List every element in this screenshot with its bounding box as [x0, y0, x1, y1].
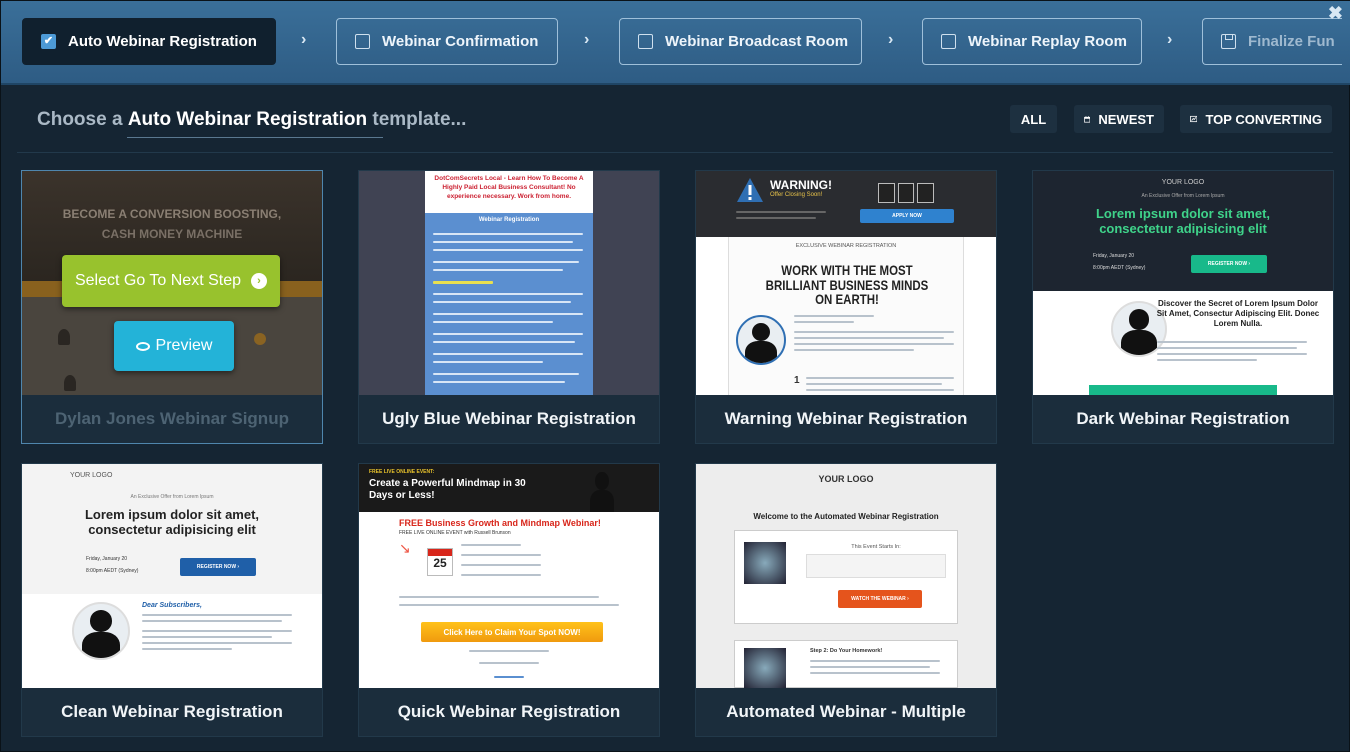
presenter-image — [585, 466, 619, 512]
close-icon[interactable]: ✖ — [1328, 3, 1343, 24]
avatar — [72, 602, 130, 660]
chevron-right-icon: › — [1167, 31, 1173, 48]
template-card-clean[interactable]: YOUR LOGO An Exclusive Offer from Lorem … — [21, 463, 323, 737]
step-label: Webinar Confirmation — [382, 33, 539, 50]
template-thumbnail: YOUR LOGO Welcome to the Automated Webin… — [696, 464, 996, 688]
step-label: Auto Webinar Registration — [68, 33, 257, 50]
monitor-image — [744, 648, 786, 688]
template-title: Ugly Blue Webinar Registration — [382, 409, 636, 428]
step-webinar-confirmation[interactable]: Webinar Confirmation — [336, 18, 558, 65]
template-thumbnail: DotComSecrets Local - Learn How To Becom… — [359, 171, 659, 395]
template-title: Dark Webinar Registration — [1076, 409, 1290, 428]
arrow-right-icon: › — [251, 273, 267, 289]
logo: YOUR LOGO — [70, 472, 113, 479]
checkbox-icon — [638, 34, 653, 49]
filter-all-button[interactable]: ALL — [1010, 105, 1057, 133]
template-card-warning[interactable]: WARNING! Offer Closing Soon! APPLY NOW E… — [695, 170, 997, 444]
template-card-dark[interactable]: YOUR LOGO An Exclusive Offer from Lorem … — [1032, 170, 1334, 444]
preview-button[interactable]: Preview — [114, 321, 234, 371]
template-title: Quick Webinar Registration — [397, 702, 621, 721]
step-finalize-funnel[interactable]: Finalize Fun — [1202, 18, 1342, 65]
eye-icon — [135, 341, 150, 351]
filter-newest-button[interactable]: NEWEST — [1074, 105, 1164, 133]
template-thumbnail: WARNING! Offer Closing Soon! APPLY NOW E… — [696, 171, 996, 395]
template-thumbnail: FREE LIVE ONLINE EVENT: Create a Powerfu… — [359, 464, 659, 688]
checkbox-checked-icon: ✔ — [41, 34, 56, 49]
logo: YOUR LOGO — [818, 474, 874, 484]
template-card-ugly-blue[interactable]: DotComSecrets Local - Learn How To Becom… — [358, 170, 660, 444]
step-webinar-broadcast-room[interactable]: Webinar Broadcast Room — [619, 18, 862, 65]
avatar — [736, 315, 786, 365]
checkbox-icon — [355, 34, 370, 49]
template-card-quick[interactable]: FREE LIVE ONLINE EVENT: Create a Powerfu… — [358, 463, 660, 737]
template-title: Dylan Jones Webinar Signup — [55, 409, 289, 428]
funnel-step-bar: ✔ Auto Webinar Registration › Webinar Co… — [1, 1, 1350, 85]
arrow-icon: ↘ — [399, 540, 411, 556]
title-underline — [127, 137, 383, 138]
step-auto-webinar-registration[interactable]: ✔ Auto Webinar Registration — [22, 18, 276, 65]
chevron-right-icon: › — [301, 31, 307, 48]
template-title: Clean Webinar Registration — [61, 702, 283, 721]
template-thumbnail: BECOME A CONVERSION BOOSTING, CASH MONEY… — [22, 171, 322, 395]
save-icon — [1221, 34, 1236, 49]
step-label: Finalize Fun — [1248, 33, 1335, 50]
chart-icon — [1190, 115, 1198, 123]
template-chooser-modal: ✔ Auto Webinar Registration › Webinar Co… — [0, 0, 1350, 752]
chevron-right-icon: › — [584, 31, 590, 48]
select-next-step-button[interactable]: Select Go To Next Step › — [62, 255, 280, 307]
page-title: Choose a Auto Webinar Registration templ… — [37, 109, 467, 130]
template-thumbnail: YOUR LOGO An Exclusive Offer from Lorem … — [1033, 171, 1333, 395]
template-title: Warning Webinar Registration — [724, 409, 968, 428]
step-label: Webinar Broadcast Room — [665, 33, 849, 50]
monitor-image — [744, 542, 786, 584]
header-divider — [17, 152, 1333, 153]
step-webinar-replay-room[interactable]: Webinar Replay Room — [922, 18, 1142, 65]
step-label: Webinar Replay Room — [968, 33, 1127, 50]
logo: YOUR LOGO — [1161, 179, 1205, 186]
template-thumbnail: YOUR LOGO An Exclusive Offer from Lorem … — [22, 464, 322, 688]
template-card-dylan-jones[interactable]: BECOME A CONVERSION BOOSTING, CASH MONEY… — [21, 170, 323, 444]
calendar-icon — [1084, 115, 1091, 123]
filter-top-converting-button[interactable]: TOP CONVERTING — [1180, 105, 1332, 133]
chevron-right-icon: › — [888, 31, 894, 48]
warning-icon — [737, 178, 763, 202]
template-card-automated[interactable]: YOUR LOGO Welcome to the Automated Webin… — [695, 463, 997, 737]
template-title: Automated Webinar - Multiple — [726, 702, 966, 721]
checkbox-icon — [941, 34, 956, 49]
